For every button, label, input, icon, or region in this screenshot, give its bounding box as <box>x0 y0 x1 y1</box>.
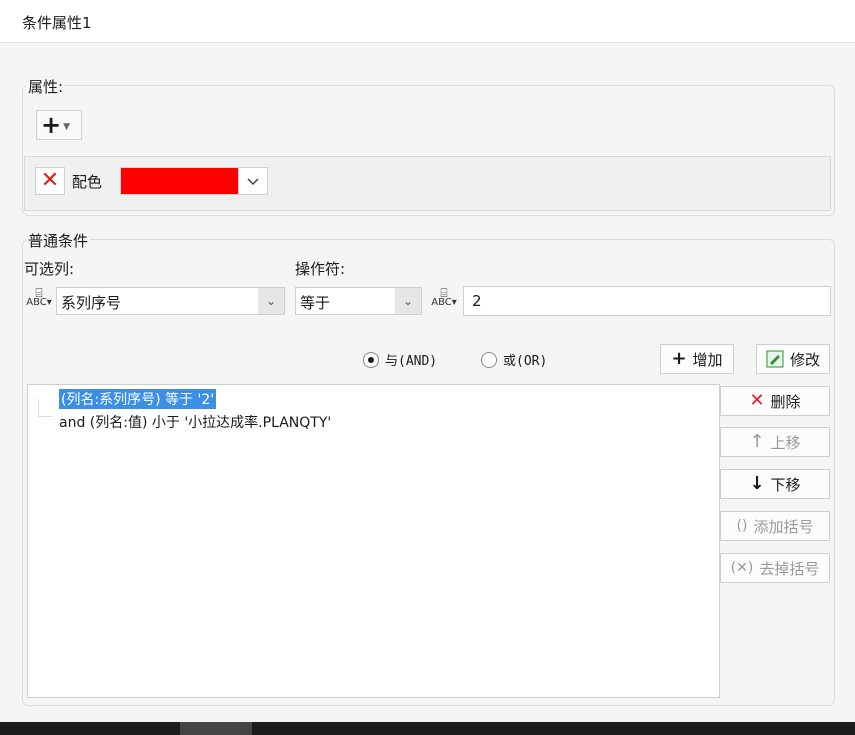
caret-down-icon: ▼ <box>63 121 71 132</box>
remove-bracket-icon: (✕) <box>730 560 754 576</box>
arrow-down-icon: ↓ <box>749 473 765 494</box>
remove-bracket-button[interactable]: (✕) 去掉括号 <box>720 553 830 583</box>
move-down-label: 下移 <box>770 475 801 494</box>
title-bar: 条件属性1 <box>0 0 855 43</box>
chevron-down-icon[interactable]: ⌄ <box>258 288 284 314</box>
list-item[interactable]: (列名:系列序号) 等于 '2' <box>59 389 217 409</box>
color-swatch[interactable] <box>120 167 240 195</box>
radio-or-label: 或(OR) <box>503 354 548 369</box>
attribute-row-color: ✕ 配色 <box>24 156 831 211</box>
window-title: 条件属性1 <box>22 14 92 32</box>
taskbar <box>0 722 855 735</box>
plus-icon: + <box>671 348 687 369</box>
add-bracket-button[interactable]: () 添加括号 <box>720 511 830 541</box>
add-attribute-button[interactable]: + ▼ <box>36 110 82 140</box>
close-icon[interactable]: ✕ <box>35 167 65 195</box>
taskbar-item[interactable] <box>180 722 252 735</box>
arrow-up-icon: ↑ <box>749 431 765 452</box>
bracket-icon: () <box>736 518 748 534</box>
conditions-group-title: 普通条件 <box>26 230 91 251</box>
chevron-down-icon[interactable]: ⌄ <box>395 288 421 314</box>
condition-value-text: 2 <box>472 292 482 310</box>
column-label: 可选列: <box>24 260 75 278</box>
attribute-label: 配色 <box>72 173 103 191</box>
radio-or[interactable]: 或(OR) <box>481 350 547 369</box>
move-down-button[interactable]: ↓ 下移 <box>720 469 830 499</box>
close-icon: ✕ <box>749 390 765 411</box>
move-up-button[interactable]: ↑ 上移 <box>720 427 830 457</box>
radio-and-indicator[interactable] <box>363 351 379 368</box>
chevron-down-icon <box>247 178 259 186</box>
move-up-label: 上移 <box>770 433 801 452</box>
radio-or-indicator[interactable] <box>481 351 497 368</box>
operator-select[interactable]: 等于 ⌄ <box>295 287 422 315</box>
column-select-value: 系列序号 <box>61 294 122 312</box>
add-condition-button[interactable]: + 增加 <box>660 344 734 374</box>
plus-icon: + <box>41 111 62 139</box>
delete-condition-button[interactable]: ✕ 删除 <box>720 386 830 416</box>
condition-list[interactable]: (列名:系列序号) 等于 '2' and (列名:值) 小于 '小拉达成率.PL… <box>27 384 720 698</box>
condition-value-input[interactable]: 2 <box>463 286 831 316</box>
delete-condition-label: 删除 <box>770 392 801 411</box>
add-condition-label: 增加 <box>692 350 723 369</box>
radio-and-label: 与(AND) <box>385 354 438 369</box>
edit-icon <box>766 350 784 368</box>
operator-label: 操作符: <box>295 260 346 278</box>
value-type-icon[interactable]: ⌸ ABC▾ <box>429 287 459 316</box>
tree-connector <box>38 399 52 417</box>
modify-condition-button[interactable]: 修改 <box>756 344 830 374</box>
modify-condition-label: 修改 <box>789 350 820 369</box>
add-bracket-label: 添加括号 <box>753 517 814 536</box>
operator-select-value: 等于 <box>300 294 331 312</box>
list-item[interactable]: and (列名:值) 小于 '小拉达成率.PLANQTY' <box>59 412 331 432</box>
attributes-group-title: 属性: <box>26 76 66 97</box>
color-dropdown-button[interactable] <box>238 167 268 195</box>
column-select[interactable]: 系列序号 ⌄ <box>56 287 285 315</box>
remove-bracket-label: 去掉括号 <box>759 559 820 578</box>
radio-and[interactable]: 与(AND) <box>363 350 437 369</box>
abc-type-icon[interactable]: ⌸ ABC▾ <box>24 287 54 316</box>
